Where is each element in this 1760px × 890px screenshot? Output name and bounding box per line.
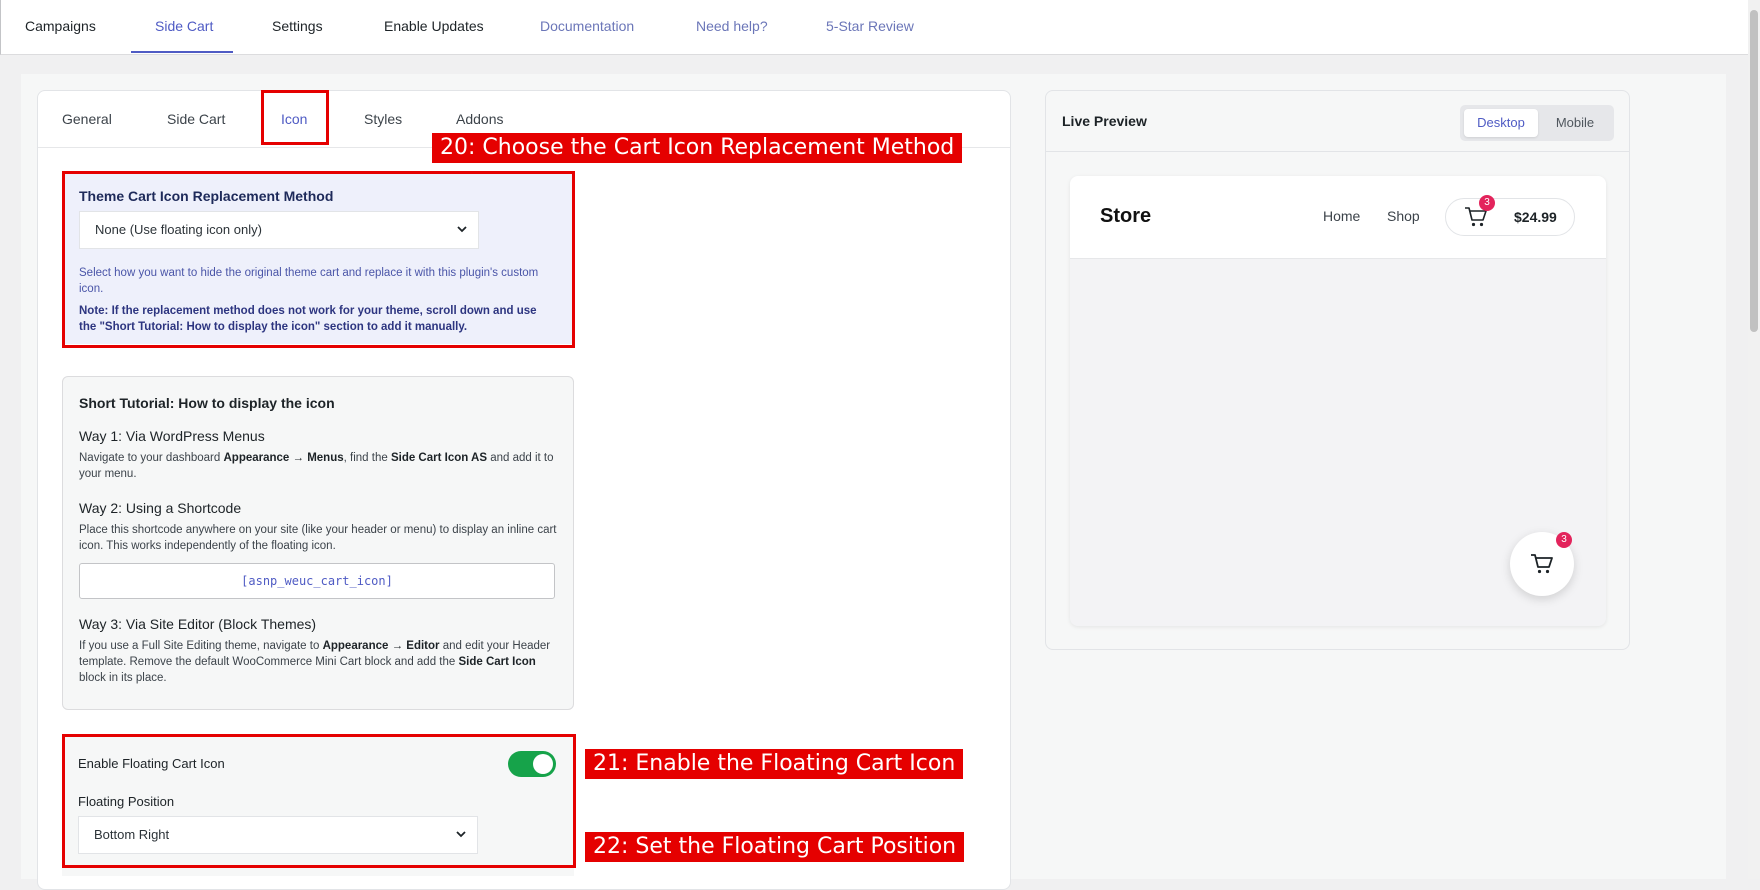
way1-title: Way 1: Via WordPress Menus <box>79 428 265 444</box>
tab-settings[interactable]: Settings <box>272 0 323 53</box>
live-preview-panel: Live Preview Desktop Mobile Store Home S… <box>1045 90 1630 650</box>
store-header: Store Home Shop 3 $24.99 <box>1070 176 1606 259</box>
floating-cart-badge: 3 <box>1556 532 1572 548</box>
tab-five-star-review[interactable]: 5-Star Review <box>826 0 914 53</box>
tutorial-title: Short Tutorial: How to display the icon <box>79 395 335 411</box>
tab-campaigns[interactable]: Campaigns <box>25 0 96 53</box>
way1-text-a: Navigate to your dashboard <box>79 452 224 464</box>
way3-text-b: Appearance → Editor <box>322 640 440 652</box>
tab-need-help[interactable]: Need help? <box>696 0 768 53</box>
header-cart-pill[interactable]: 3 $24.99 <box>1445 195 1575 236</box>
tutorial-section: Short Tutorial: How to display the icon … <box>62 376 574 710</box>
mobile-button[interactable]: Mobile <box>1540 109 1610 137</box>
way3-text-d: Side Cart Icon <box>458 656 536 668</box>
live-preview-title: Live Preview <box>1062 113 1147 129</box>
way3-text-e: block in its place. <box>79 672 167 684</box>
divider <box>1046 151 1629 152</box>
tab-documentation[interactable]: Documentation <box>540 0 634 53</box>
store-nav-home[interactable]: Home <box>1323 208 1360 224</box>
scrollbar-thumb[interactable] <box>1750 10 1758 332</box>
annotation-box-replacement-method <box>62 171 575 348</box>
store-nav-shop[interactable]: Shop <box>1387 208 1420 224</box>
subtab-general[interactable]: General <box>62 91 112 147</box>
page-scrollbar[interactable] <box>1748 0 1760 879</box>
floating-cart-button[interactable]: 3 <box>1510 532 1574 596</box>
way3-title: Way 3: Via Site Editor (Block Themes) <box>79 616 317 632</box>
tab-side-cart[interactable]: Side Cart <box>155 0 213 53</box>
desktop-button[interactable]: Desktop <box>1464 109 1538 137</box>
cart-icon <box>1530 553 1554 580</box>
way3-text: If you use a Full Site Editing theme, na… <box>79 638 559 686</box>
tab-enable-updates[interactable]: Enable Updates <box>384 0 484 53</box>
way2-text: Place this shortcode anywhere on your si… <box>79 524 557 552</box>
way1-text-d: Side Cart Icon AS <box>390 452 488 464</box>
callout-22: 22: Set the Floating Cart Position <box>585 832 965 862</box>
way1-text: Navigate to your dashboard Appearance → … <box>79 450 559 482</box>
way1-text-c: , find the <box>343 452 391 464</box>
store-logo: Store <box>1100 205 1152 227</box>
subtab-side-cart[interactable]: Side Cart <box>167 91 225 147</box>
cart-total: $24.99 <box>1514 209 1557 225</box>
subtab-styles[interactable]: Styles <box>364 91 402 147</box>
callout-20: 20: Choose the Cart Icon Replacement Met… <box>432 133 963 163</box>
active-tab-indicator <box>131 51 233 53</box>
way2-title: Way 2: Using a Shortcode <box>79 500 242 516</box>
top-navigation: Campaigns Side Cart Settings Enable Upda… <box>0 0 1749 55</box>
shortcode-field[interactable]: [asnp_weuc_cart_icon] <box>79 563 555 599</box>
store-preview: Store Home Shop 3 $24.99 3 <box>1070 176 1606 626</box>
device-switch: Desktop Mobile <box>1460 105 1614 141</box>
way1-text-b: Appearance → Menus <box>223 452 344 464</box>
cart-count-badge: 3 <box>1479 195 1495 211</box>
callout-21: 21: Enable the Floating Cart Icon <box>585 749 964 779</box>
annotation-box-icon-tab <box>261 90 329 145</box>
annotation-box-floating <box>62 734 576 868</box>
way3-text-a: If you use a Full Site Editing theme, na… <box>79 640 323 652</box>
